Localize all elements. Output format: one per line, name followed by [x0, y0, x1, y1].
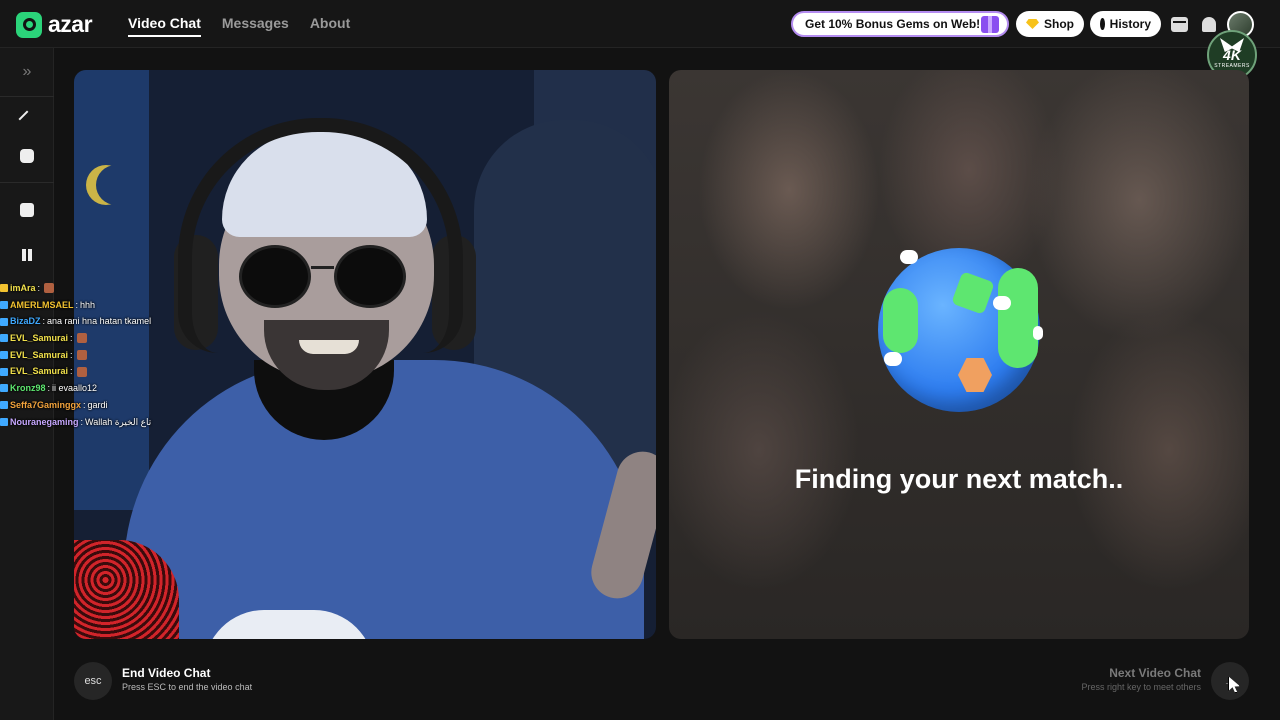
chat-badge-icon: [0, 367, 8, 376]
chat-text: gardi: [87, 399, 108, 410]
chat-username: EVL_Samurai: [10, 333, 69, 344]
stream-chat-overlay: imAra : AMERLMSAEL : hhh BizaDZ : ana ran…: [0, 280, 250, 430]
chat-separator: :: [70, 333, 73, 344]
chat-message: imAra :: [0, 280, 250, 297]
chat-message: AMERLMSAEL : hhh: [0, 297, 250, 314]
chat-text: hhh: [80, 299, 96, 310]
finding-match-text: Finding your next match..: [794, 464, 1124, 494]
chat-badge-icon: [0, 351, 8, 360]
sidebar-divider: [0, 182, 54, 183]
chat-message: Kronz98 : ii evaallo12: [0, 380, 250, 397]
chat-message: EVL_Samurai :: [0, 330, 250, 347]
chat-username: EVL_Samurai: [10, 349, 69, 360]
chat-message: Nouranegaming : Wallah تاع الخيرة: [0, 414, 250, 431]
gift-icon: [981, 16, 999, 33]
chat-text: Wallah تاع الخيرة: [85, 416, 152, 427]
chat-username: Nouranegaming: [10, 416, 79, 427]
emote-icon: [76, 333, 87, 344]
magic-wand-icon[interactable]: [13, 105, 41, 133]
expand-icon[interactable]: »: [13, 58, 41, 86]
chat-separator: :: [70, 349, 73, 360]
emote-icon: [44, 283, 55, 294]
main-nav: Video Chat Messages About: [128, 15, 350, 37]
chat-badge-icon: [0, 417, 8, 426]
chat-message: Seffa7Gaminggx : gardi: [0, 397, 250, 414]
match-video: Finding your next match..: [669, 70, 1249, 639]
chat-separator: :: [70, 366, 73, 377]
chat-separator: :: [42, 316, 46, 327]
sunglasses-lens: [334, 245, 406, 308]
chat-badge-icon: [0, 384, 8, 393]
nav-video-chat[interactable]: Video Chat: [128, 15, 201, 37]
nav-messages[interactable]: Messages: [222, 15, 289, 37]
chat-username: imAra: [10, 283, 36, 293]
clock-icon: [1100, 18, 1107, 30]
badge-subtitle: STREAMERS: [1214, 63, 1250, 69]
chat-text: ii evaallo12: [52, 383, 98, 394]
bonus-gems-promo[interactable]: Get 10% Bonus Gems on Web!: [791, 11, 1009, 37]
person-smile: [299, 340, 359, 354]
azar-logo[interactable]: azar: [16, 11, 93, 38]
history-label: History: [1109, 17, 1151, 31]
chat-separator: :: [83, 399, 86, 410]
top-bar: azar Video Chat Messages About Get 10% B…: [0, 0, 1280, 48]
gem-icon: [1026, 19, 1039, 29]
chat-badge-icon: [0, 334, 8, 343]
history-button[interactable]: History: [1090, 11, 1161, 37]
sunglasses-bridge: [311, 266, 334, 269]
chat-username: AMERLMSAEL: [10, 299, 74, 310]
dice-icon[interactable]: [13, 196, 41, 224]
end-chat-title[interactable]: End Video Chat: [122, 666, 210, 680]
chat-separator: :: [37, 283, 41, 293]
chat-badge-icon: [0, 284, 8, 293]
sticker-icon[interactable]: [13, 142, 41, 170]
store-icon[interactable]: [1169, 14, 1189, 34]
emote-icon: [76, 366, 87, 377]
flag-crescent: [86, 165, 126, 205]
pause-icon[interactable]: [13, 241, 41, 269]
nav-about[interactable]: About: [310, 15, 350, 37]
end-chat-hint: Press ESC to end the video chat: [122, 682, 253, 692]
bell-icon[interactable]: [1199, 14, 1219, 34]
chat-badge-icon: [0, 301, 8, 310]
chat-message: EVL_Samurai :: [0, 347, 250, 364]
logo-icon: [16, 11, 42, 38]
emote-icon: [76, 350, 87, 361]
chat-message: BizaDZ : ana rani hna hatan tkamel: [0, 313, 250, 330]
chat-separator: :: [75, 299, 79, 310]
sidebar-divider: [0, 96, 54, 97]
end-chat-button[interactable]: esc: [74, 662, 112, 700]
chat-username: Kronz98: [10, 383, 46, 394]
promo-text: Get 10% Bonus Gems on Web!: [805, 17, 981, 31]
next-chat-title[interactable]: Next Video Chat: [1109, 666, 1201, 680]
chat-separator: :: [80, 416, 84, 427]
logo-text: azar: [48, 11, 93, 37]
chat-username: BizaDZ: [10, 316, 41, 327]
chat-message: EVL_Samurai :: [0, 363, 250, 380]
chat-separator: :: [47, 383, 51, 394]
chat-username: Seffa7Gaminggx: [10, 399, 82, 410]
chat-username: EVL_Samurai: [10, 366, 69, 377]
next-chat-hint: Press right key to meet others: [1081, 682, 1201, 692]
chat-text: ana rani hna hatan tkamel: [47, 316, 152, 327]
bottom-controls: esc End Video Chat Press ESC to end the …: [54, 648, 1280, 720]
globe-icon: [878, 248, 1043, 412]
chat-badge-icon: [0, 401, 8, 410]
shop-label: Shop: [1044, 17, 1074, 31]
chat-badge-icon: [0, 317, 8, 326]
shop-button[interactable]: Shop: [1016, 11, 1084, 37]
